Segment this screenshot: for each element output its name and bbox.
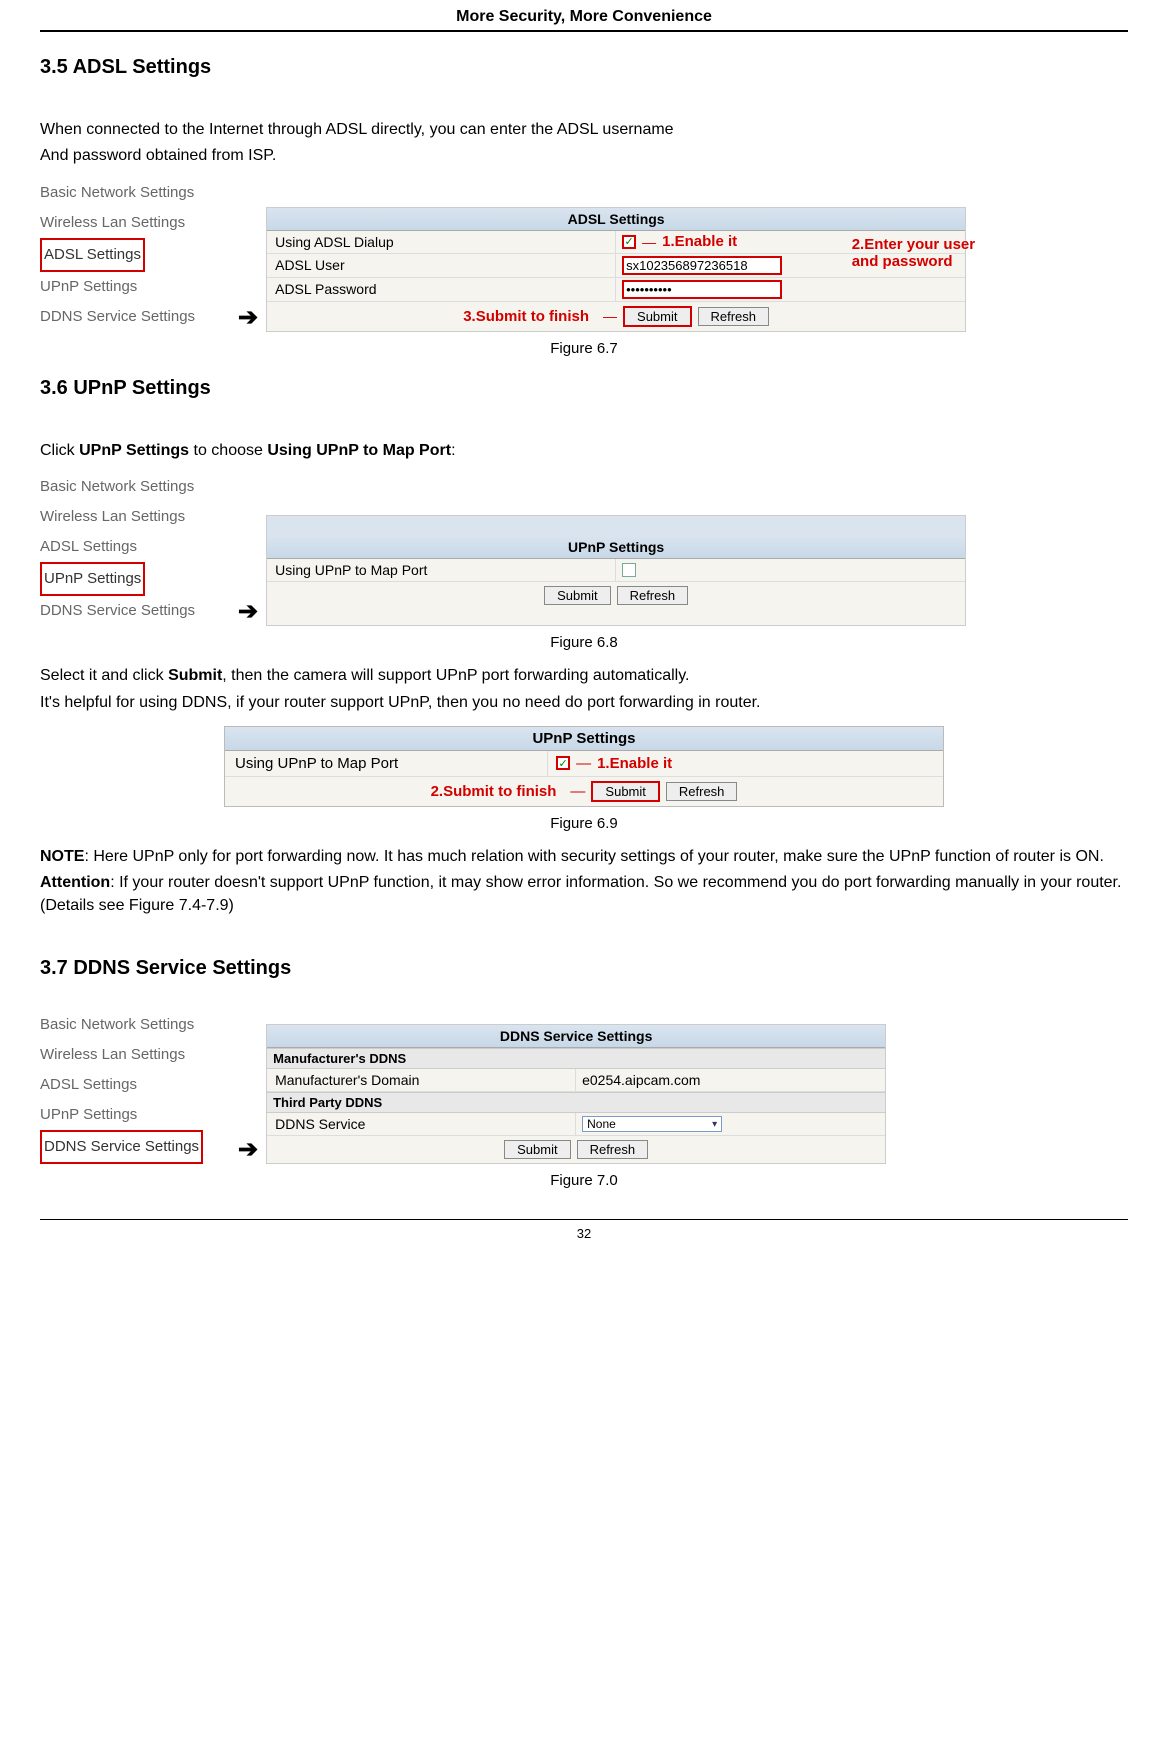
nav-basic[interactable]: Basic Network Settings xyxy=(40,1010,224,1040)
refresh-button[interactable]: Refresh xyxy=(698,307,770,326)
figure-6-7-caption: Figure 6.7 xyxy=(40,340,1128,357)
attention-line: Attention: If your router doesn't suppor… xyxy=(40,872,1128,917)
annotation-submit-finish: 2.Submit to finish xyxy=(431,783,557,800)
upnp-map-label: Using UPnP to Map Port xyxy=(267,559,616,581)
nav-upnp[interactable]: UPnP Settings xyxy=(40,272,224,302)
annotation-submit-finish: 3.Submit to finish xyxy=(463,308,589,325)
post-6-8-line2: It's helpful for using DDNS, if your rou… xyxy=(40,692,1128,714)
upnp-map-checkbox[interactable]: ✓ xyxy=(556,756,570,770)
fig-6-7-nav: Basic Network Settings Wireless Lan Sett… xyxy=(40,178,230,332)
refresh-button[interactable]: Refresh xyxy=(666,782,738,801)
note-line: NOTE: Here UPnP only for port forwarding… xyxy=(40,846,1128,868)
arrow-icon: ➔ xyxy=(238,1135,258,1164)
submit-button[interactable]: Submit xyxy=(504,1140,570,1159)
arrow-icon: ➔ xyxy=(238,303,258,332)
ddns-domain-value: e0254.aipcam.com xyxy=(582,1072,700,1088)
fig-7-0-nav: Basic Network Settings Wireless Lan Sett… xyxy=(40,1010,230,1164)
ddns-sub-thirdparty: Third Party DDNS xyxy=(267,1092,885,1113)
page-header: More Security, More Convenience xyxy=(40,0,1128,32)
upnp-map-checkbox[interactable] xyxy=(622,563,636,577)
figure-6-9-caption: Figure 6.9 xyxy=(40,815,1128,832)
adsl-user-input[interactable]: sx102356897236518 xyxy=(622,256,782,275)
annotation-enable: 1.Enable it xyxy=(597,755,672,772)
ddns-service-label: DDNS Service xyxy=(267,1113,576,1135)
figure-7-0-caption: Figure 7.0 xyxy=(40,1172,1128,1189)
nav-wireless[interactable]: Wireless Lan Settings xyxy=(40,1040,224,1070)
nav-upnp[interactable]: UPnP Settings xyxy=(40,562,145,596)
intro-3-5-line1: When connected to the Internet through A… xyxy=(40,119,1128,141)
submit-button[interactable]: Submit xyxy=(623,306,691,327)
fig-6-8-panel: UPnP Settings Using UPnP to Map Port Sub… xyxy=(266,515,966,626)
nav-adsl[interactable]: ADSL Settings xyxy=(40,238,145,272)
figure-6-8-caption: Figure 6.8 xyxy=(40,634,1128,651)
upnp-map-label: Using UPnP to Map Port xyxy=(225,751,548,776)
refresh-button[interactable]: Refresh xyxy=(577,1140,649,1159)
annotation-user-pass-2: and password xyxy=(852,253,975,270)
fig-6-8-nav: Basic Network Settings Wireless Lan Sett… xyxy=(40,472,230,626)
fig-7-0-panel: DDNS Service Settings Manufacturer's DDN… xyxy=(266,1024,886,1164)
adsl-password-input[interactable]: •••••••••• xyxy=(622,280,782,299)
upnp-panel-title: UPnP Settings xyxy=(225,727,943,751)
nav-ddns[interactable]: DDNS Service Settings xyxy=(40,596,224,626)
adsl-user-label: ADSL User xyxy=(267,254,616,277)
refresh-button[interactable]: Refresh xyxy=(617,586,689,605)
intro-3-5-line2: And password obtained from ISP. xyxy=(40,145,1128,167)
nav-adsl[interactable]: ADSL Settings xyxy=(40,1070,224,1100)
figure-7-0: Basic Network Settings Wireless Lan Sett… xyxy=(40,1010,1128,1164)
annotation-user-pass-1: 2.Enter your user xyxy=(852,236,975,253)
adsl-password-label: ADSL Password xyxy=(267,278,616,301)
nav-wireless[interactable]: Wireless Lan Settings xyxy=(40,502,224,532)
upnp-panel-title: UPnP Settings xyxy=(267,536,965,559)
submit-button[interactable]: Submit xyxy=(544,586,610,605)
figure-6-7: Basic Network Settings Wireless Lan Sett… xyxy=(40,178,1128,332)
figure-6-8: Basic Network Settings Wireless Lan Sett… xyxy=(40,472,1128,626)
submit-button[interactable]: Submit xyxy=(591,781,659,802)
nav-wireless[interactable]: Wireless Lan Settings xyxy=(40,208,224,238)
ddns-panel-title: DDNS Service Settings xyxy=(267,1025,885,1048)
heading-3-5: 3.5 ADSL Settings xyxy=(40,56,1128,79)
figure-6-9-panel: UPnP Settings Using UPnP to Map Port ✓ —… xyxy=(224,726,944,807)
nav-basic[interactable]: Basic Network Settings xyxy=(40,178,224,208)
heading-3-7: 3.7 DDNS Service Settings xyxy=(40,957,1128,980)
page-number: 32 xyxy=(40,1219,1128,1241)
arrow-icon: ➔ xyxy=(238,597,258,626)
fig-6-7-panel: ADSL Settings Using ADSL Dialup ✓ — 1.En… xyxy=(266,207,966,332)
heading-3-6: 3.6 UPnP Settings xyxy=(40,377,1128,400)
ddns-service-select[interactable]: None ▾ xyxy=(582,1116,722,1132)
nav-ddns[interactable]: DDNS Service Settings xyxy=(40,1130,203,1164)
nav-basic[interactable]: Basic Network Settings xyxy=(40,472,224,502)
adsl-panel-title: ADSL Settings xyxy=(267,208,965,231)
post-6-8-line1: Select it and click Submit, then the cam… xyxy=(40,665,1128,687)
intro-3-6: Click UPnP Settings to choose Using UPnP… xyxy=(40,440,1128,462)
adsl-dialup-checkbox[interactable]: ✓ xyxy=(622,235,636,249)
annotation-enable: 1.Enable it xyxy=(662,233,737,250)
nav-adsl[interactable]: ADSL Settings xyxy=(40,532,224,562)
ddns-sub-manufacturer: Manufacturer's DDNS xyxy=(267,1048,885,1069)
nav-ddns[interactable]: DDNS Service Settings xyxy=(40,302,224,332)
nav-upnp[interactable]: UPnP Settings xyxy=(40,1100,224,1130)
ddns-domain-label: Manufacturer's Domain xyxy=(267,1069,576,1091)
adsl-dialup-label: Using ADSL Dialup xyxy=(267,231,616,253)
chevron-down-icon: ▾ xyxy=(712,1119,717,1130)
